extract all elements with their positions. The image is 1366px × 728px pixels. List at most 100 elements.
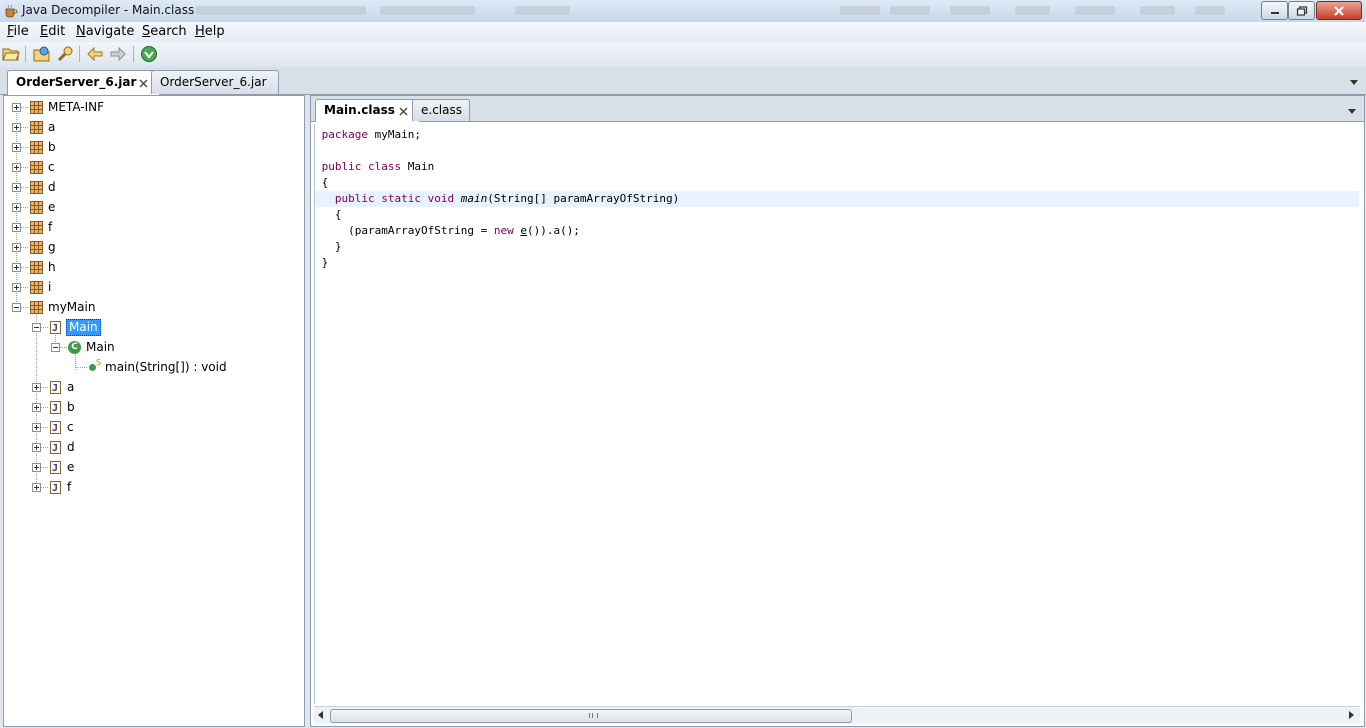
menu-file[interactable]: File bbox=[7, 24, 29, 39]
expand-icon[interactable] bbox=[12, 263, 21, 272]
tree-node-package[interactable]: g bbox=[4, 238, 302, 256]
tab-e-class[interactable]: e.class bbox=[412, 99, 470, 121]
background-taskbar-ghost bbox=[1075, 6, 1115, 15]
tree-node-label: Main bbox=[66, 319, 101, 336]
tree-node-package[interactable]: b bbox=[4, 138, 302, 156]
scroll-left-icon[interactable] bbox=[318, 711, 323, 719]
background-taskbar-ghost bbox=[1140, 6, 1175, 15]
tree-node-package[interactable]: h bbox=[4, 258, 302, 276]
code-type-link[interactable]: e bbox=[520, 224, 527, 237]
code-line-highlighted: public static void main(String[] paramAr… bbox=[315, 191, 1359, 207]
java-file-icon bbox=[50, 480, 61, 498]
tree-node-label: a bbox=[67, 380, 75, 394]
background-taskbar-ghost bbox=[196, 6, 366, 15]
code-line: public class Main bbox=[315, 159, 1359, 175]
minimize-button[interactable] bbox=[1261, 1, 1288, 20]
restore-button[interactable] bbox=[1288, 1, 1315, 20]
tree-node-package[interactable]: i bbox=[4, 278, 302, 296]
tree-node-file[interactable]: c bbox=[4, 418, 302, 438]
tree-node-file[interactable]: e bbox=[4, 458, 302, 478]
code-method-name: main bbox=[460, 192, 488, 205]
expand-icon[interactable] bbox=[12, 163, 21, 172]
collapse-icon[interactable] bbox=[12, 303, 21, 312]
open-type-icon[interactable] bbox=[33, 45, 51, 63]
expand-icon[interactable] bbox=[12, 203, 21, 212]
expand-icon[interactable] bbox=[12, 223, 21, 232]
tab-list-dropdown-icon[interactable] bbox=[1348, 109, 1356, 114]
tree-node-package[interactable]: META-INF bbox=[4, 98, 302, 116]
expand-icon[interactable] bbox=[12, 243, 21, 252]
tree-node-label: h bbox=[48, 260, 56, 274]
code-line: (paramArrayOfString = new e()).a(); bbox=[315, 223, 1359, 239]
tree-node-package[interactable]: myMain bbox=[4, 298, 302, 316]
package-icon bbox=[30, 101, 43, 114]
expand-icon[interactable] bbox=[32, 483, 41, 492]
open-file-icon[interactable] bbox=[2, 45, 20, 63]
menu-navigate[interactable]: Navigate bbox=[76, 24, 134, 39]
expand-icon[interactable] bbox=[32, 403, 41, 412]
close-window-button[interactable] bbox=[1316, 1, 1362, 20]
menu-help[interactable]: Help bbox=[195, 24, 225, 39]
tree-guide-line bbox=[75, 367, 87, 368]
collapse-icon[interactable] bbox=[51, 343, 60, 352]
back-arrow-icon[interactable] bbox=[86, 45, 104, 63]
tab-jar-inactive[interactable]: OrderServer_6.jar bbox=[151, 70, 279, 94]
tree-node-package[interactable]: a bbox=[4, 118, 302, 136]
tree-node-file[interactable]: a bbox=[4, 378, 302, 398]
tab-jar-active[interactable]: OrderServer_6.jar bbox=[7, 70, 160, 95]
package-icon bbox=[30, 221, 43, 234]
expand-icon[interactable] bbox=[12, 103, 21, 112]
toolbar-separator bbox=[79, 46, 80, 62]
tree-node-label: e bbox=[67, 460, 75, 474]
background-taskbar-ghost bbox=[1015, 6, 1050, 15]
scroll-thumb[interactable] bbox=[330, 709, 852, 723]
expand-icon[interactable] bbox=[12, 283, 21, 292]
tab-list-dropdown-icon[interactable] bbox=[1350, 80, 1358, 85]
expand-icon[interactable] bbox=[32, 443, 41, 452]
menu-edit[interactable]: Edit bbox=[40, 24, 65, 39]
scroll-right-icon[interactable] bbox=[1349, 711, 1354, 719]
tree-node-file-selected[interactable]: Main bbox=[4, 318, 302, 338]
tree-node-file[interactable]: b bbox=[4, 398, 302, 418]
package-icon bbox=[30, 181, 43, 194]
tree-node-label: f bbox=[67, 480, 72, 494]
code-text: Main bbox=[401, 160, 435, 173]
tree-node-package[interactable]: d bbox=[4, 178, 302, 196]
tree-node-file[interactable]: f bbox=[4, 478, 302, 498]
forward-arrow-icon[interactable] bbox=[109, 45, 127, 63]
expand-icon[interactable] bbox=[32, 423, 41, 432]
close-icon[interactable] bbox=[138, 78, 149, 89]
background-taskbar-ghost bbox=[840, 6, 880, 15]
tree-node-label: META-INF bbox=[48, 100, 105, 114]
collapse-icon[interactable] bbox=[32, 323, 41, 332]
close-icon bbox=[1334, 5, 1344, 16]
tree-node-package[interactable]: c bbox=[4, 158, 302, 176]
tab-main-class[interactable]: Main.class bbox=[315, 99, 420, 122]
code-keyword: package bbox=[321, 128, 368, 141]
horizontal-scrollbar[interactable] bbox=[314, 706, 1360, 724]
search-icon[interactable] bbox=[56, 45, 74, 63]
code-text: } bbox=[334, 240, 342, 253]
restore-icon bbox=[1296, 5, 1307, 16]
window-title: Java Decompiler - Main.class bbox=[22, 3, 195, 17]
menu-search[interactable]: Search bbox=[142, 24, 187, 39]
package-icon bbox=[30, 121, 43, 134]
tree-node-package[interactable]: e bbox=[4, 198, 302, 216]
code-view[interactable]: package myMain; public class Main { publ… bbox=[314, 124, 1359, 704]
tree-node-label: e bbox=[48, 200, 56, 214]
tree-node-package[interactable]: f bbox=[4, 218, 302, 236]
about-icon[interactable] bbox=[140, 45, 158, 63]
grip-icon bbox=[589, 713, 598, 718]
expand-icon[interactable] bbox=[12, 143, 21, 152]
expand-icon[interactable] bbox=[12, 123, 21, 132]
title-bar: Java Decompiler - Main.class bbox=[0, 0, 1366, 23]
tree-node-file[interactable]: d bbox=[4, 438, 302, 458]
tree-node-label: a bbox=[48, 120, 56, 134]
expand-icon[interactable] bbox=[32, 463, 41, 472]
tree-node-class[interactable]: C Main bbox=[4, 338, 302, 356]
expand-icon[interactable] bbox=[12, 183, 21, 192]
expand-icon[interactable] bbox=[32, 383, 41, 392]
close-icon[interactable] bbox=[398, 106, 409, 117]
toolbar-separator bbox=[133, 46, 134, 62]
tree-node-method[interactable]: S main(String[]) : void bbox=[4, 358, 302, 376]
